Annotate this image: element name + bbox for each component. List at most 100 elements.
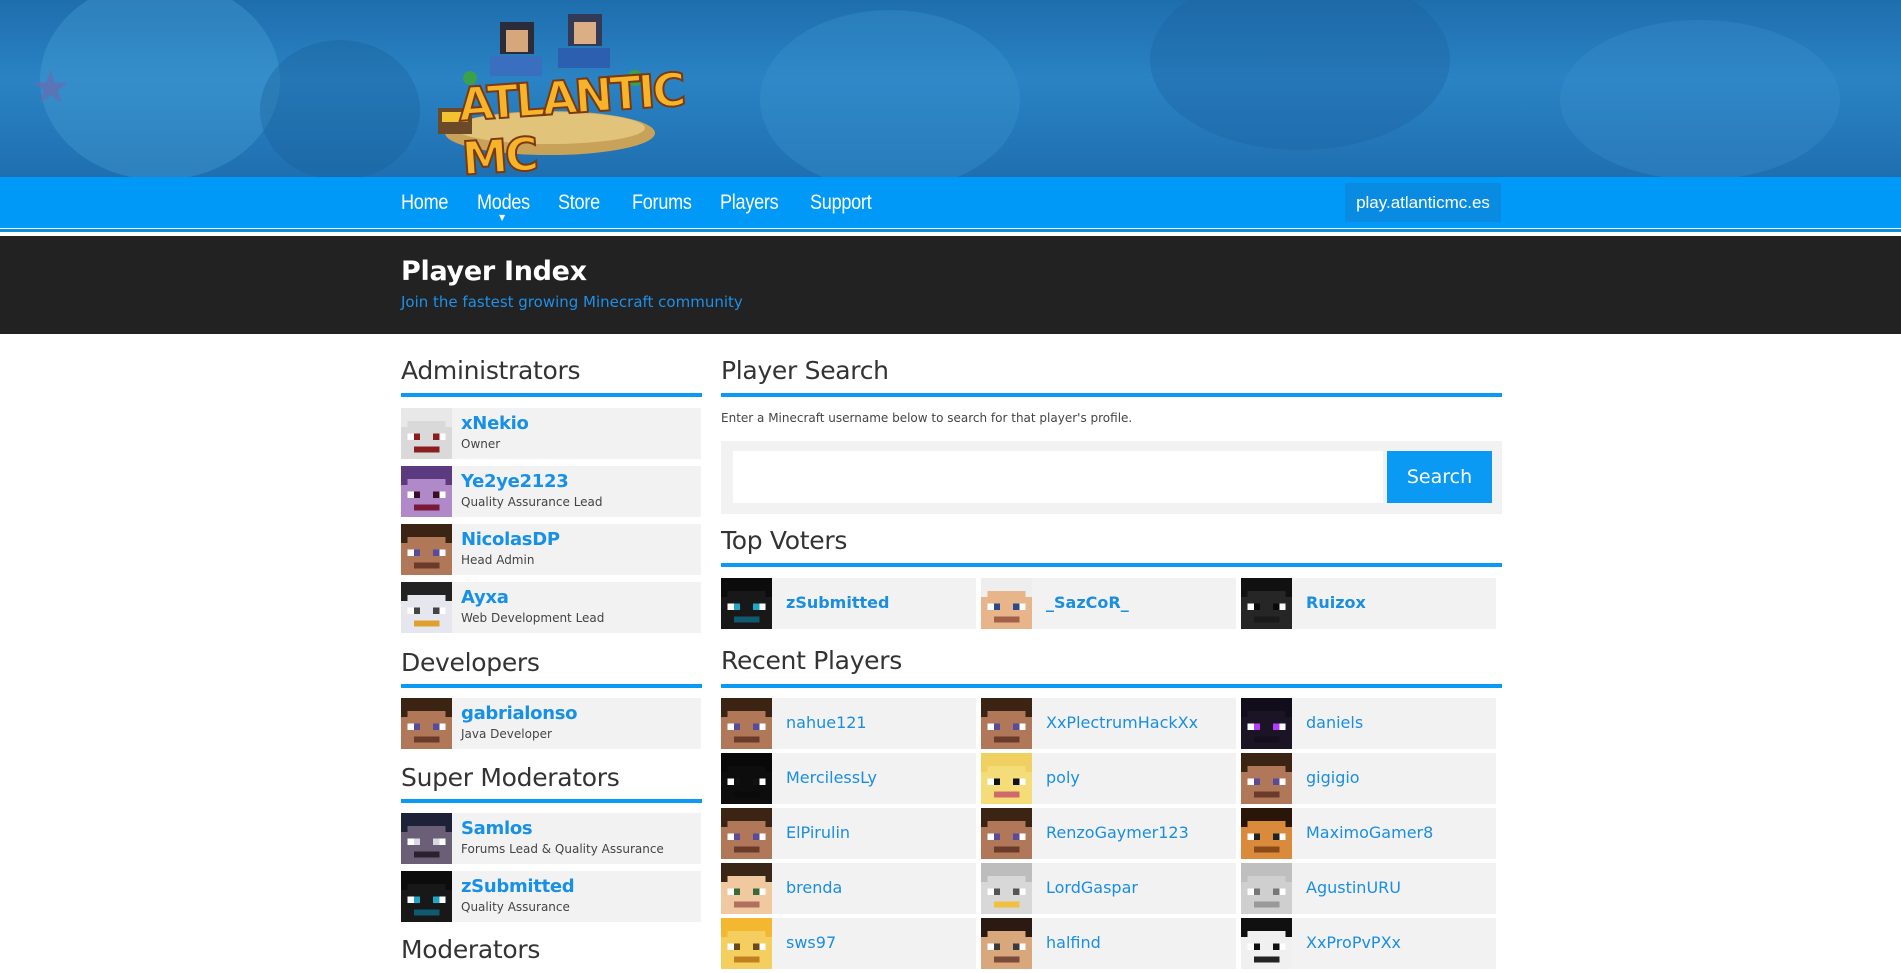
- staff-card[interactable]: Samlos Forums Lead & Quality Assurance: [401, 813, 701, 865]
- staff-card[interactable]: xNekio Owner: [401, 408, 701, 460]
- recent-players-heading: Recent Players: [721, 646, 902, 675]
- page-subtitle: Join the fastest growing Minecraft commu…: [401, 293, 743, 311]
- staff-name[interactable]: zSubmitted: [461, 876, 575, 897]
- player-name[interactable]: RenzoGaymer123: [1046, 823, 1189, 842]
- avatar: [401, 698, 453, 750]
- nav-home[interactable]: Home: [401, 177, 448, 228]
- staff-role: Head Admin: [461, 553, 535, 567]
- staff-name[interactable]: gabrialonso: [461, 703, 578, 724]
- avatar: [721, 918, 773, 970]
- super-moderators-heading: Super Moderators: [401, 763, 620, 792]
- avatar: [401, 524, 453, 576]
- player-name[interactable]: sws97: [786, 933, 836, 952]
- player-name[interactable]: ElPirulin: [786, 823, 850, 842]
- staff-role: Owner: [461, 437, 501, 451]
- player-name[interactable]: gigigio: [1306, 768, 1360, 787]
- avatar: [401, 466, 453, 518]
- section-divider: [401, 799, 702, 803]
- staff-card[interactable]: Ye2ye2123 Quality Assurance Lead: [401, 466, 701, 518]
- player-name[interactable]: Ruizox: [1306, 593, 1366, 612]
- avatar: [401, 408, 453, 460]
- server-ip-button[interactable]: play.atlanticmc.es: [1345, 183, 1501, 222]
- banner-decoration: [260, 40, 420, 177]
- moderators-heading: Moderators: [401, 935, 541, 964]
- staff-card[interactable]: gabrialonso Java Developer: [401, 698, 701, 750]
- player-name[interactable]: nahue121: [786, 713, 867, 732]
- avatar: [1241, 808, 1293, 860]
- banner-decoration: [1150, 0, 1450, 150]
- avatar: [981, 753, 1033, 805]
- staff-role: Quality Assurance: [461, 900, 570, 914]
- developers-heading: Developers: [401, 648, 540, 677]
- avatar: [981, 808, 1033, 860]
- page-title: Player Index: [401, 256, 587, 287]
- recent-player-card[interactable]: XxProPvPXx: [1241, 918, 1496, 970]
- avatar: [721, 578, 773, 630]
- recent-player-card[interactable]: nahue121: [721, 698, 976, 750]
- recent-player-card[interactable]: XxPlectrumHackXx: [981, 698, 1236, 750]
- section-divider: [721, 393, 1502, 397]
- recent-player-card[interactable]: MaximoGamer8: [1241, 808, 1496, 860]
- player-name[interactable]: poly: [1046, 768, 1080, 787]
- avatar: [401, 582, 453, 634]
- banner-decoration: [760, 10, 1020, 177]
- staff-name[interactable]: xNekio: [461, 413, 529, 434]
- nav-players[interactable]: Players: [720, 177, 779, 228]
- player-name[interactable]: XxProPvPXx: [1306, 933, 1401, 952]
- avatar: [981, 578, 1033, 630]
- recent-player-card[interactable]: poly: [981, 753, 1236, 805]
- staff-card[interactable]: Ayxa Web Development Lead: [401, 582, 701, 634]
- player-name[interactable]: halfind: [1046, 933, 1101, 952]
- top-voters-heading: Top Voters: [721, 526, 848, 555]
- avatar: [721, 808, 773, 860]
- page-header: [0, 236, 1901, 334]
- staff-name[interactable]: Samlos: [461, 818, 533, 839]
- player-name[interactable]: daniels: [1306, 713, 1363, 732]
- recent-player-card[interactable]: ElPirulin: [721, 808, 976, 860]
- avatar: [1241, 863, 1293, 915]
- staff-name[interactable]: NicolasDP: [461, 529, 560, 550]
- player-name[interactable]: XxPlectrumHackXx: [1046, 713, 1198, 732]
- recent-player-card[interactable]: sws97: [721, 918, 976, 970]
- player-name[interactable]: MaximoGamer8: [1306, 823, 1433, 842]
- top-voter-card[interactable]: Ruizox: [1241, 578, 1496, 630]
- staff-card[interactable]: NicolasDP Head Admin: [401, 524, 701, 576]
- recent-player-card[interactable]: brenda: [721, 863, 976, 915]
- search-button[interactable]: Search: [1387, 451, 1492, 503]
- avatar: [1241, 918, 1293, 970]
- recent-player-card[interactable]: daniels: [1241, 698, 1496, 750]
- nav-store[interactable]: Store: [558, 177, 600, 228]
- nav-support[interactable]: Support: [810, 177, 872, 228]
- top-voter-card[interactable]: zSubmitted: [721, 578, 976, 630]
- banner-decoration: [40, 0, 280, 177]
- avatar: [721, 863, 773, 915]
- top-voter-card[interactable]: _SazCoR_: [981, 578, 1236, 630]
- player-name[interactable]: _SazCoR_: [1046, 593, 1129, 612]
- section-divider: [721, 684, 1502, 688]
- avatar: [721, 753, 773, 805]
- player-name[interactable]: brenda: [786, 878, 842, 897]
- recent-player-card[interactable]: halfind: [981, 918, 1236, 970]
- nav-forums[interactable]: Forums: [632, 177, 692, 228]
- recent-player-card[interactable]: AgustinURU: [1241, 863, 1496, 915]
- staff-name[interactable]: Ye2ye2123: [461, 471, 569, 492]
- recent-player-card[interactable]: gigigio: [1241, 753, 1496, 805]
- recent-player-card[interactable]: MercilessLy: [721, 753, 976, 805]
- player-name[interactable]: MercilessLy: [786, 768, 877, 787]
- starfish-icon: ★: [30, 60, 72, 114]
- section-divider: [401, 684, 702, 688]
- recent-player-card[interactable]: LordGaspar: [981, 863, 1236, 915]
- player-name[interactable]: zSubmitted: [786, 593, 889, 612]
- section-divider: [721, 563, 1502, 567]
- banner-decoration: [1560, 20, 1840, 177]
- staff-name[interactable]: Ayxa: [461, 587, 509, 608]
- recent-player-card[interactable]: RenzoGaymer123: [981, 808, 1236, 860]
- staff-role: Java Developer: [461, 727, 552, 741]
- section-divider: [401, 393, 702, 397]
- staff-card[interactable]: zSubmitted Quality Assurance: [401, 871, 701, 923]
- avatar: [401, 813, 453, 865]
- username-search-input[interactable]: [733, 451, 1383, 503]
- site-logo[interactable]: ATLANTIC MC: [430, 8, 686, 187]
- player-name[interactable]: LordGaspar: [1046, 878, 1138, 897]
- player-name[interactable]: AgustinURU: [1306, 878, 1401, 897]
